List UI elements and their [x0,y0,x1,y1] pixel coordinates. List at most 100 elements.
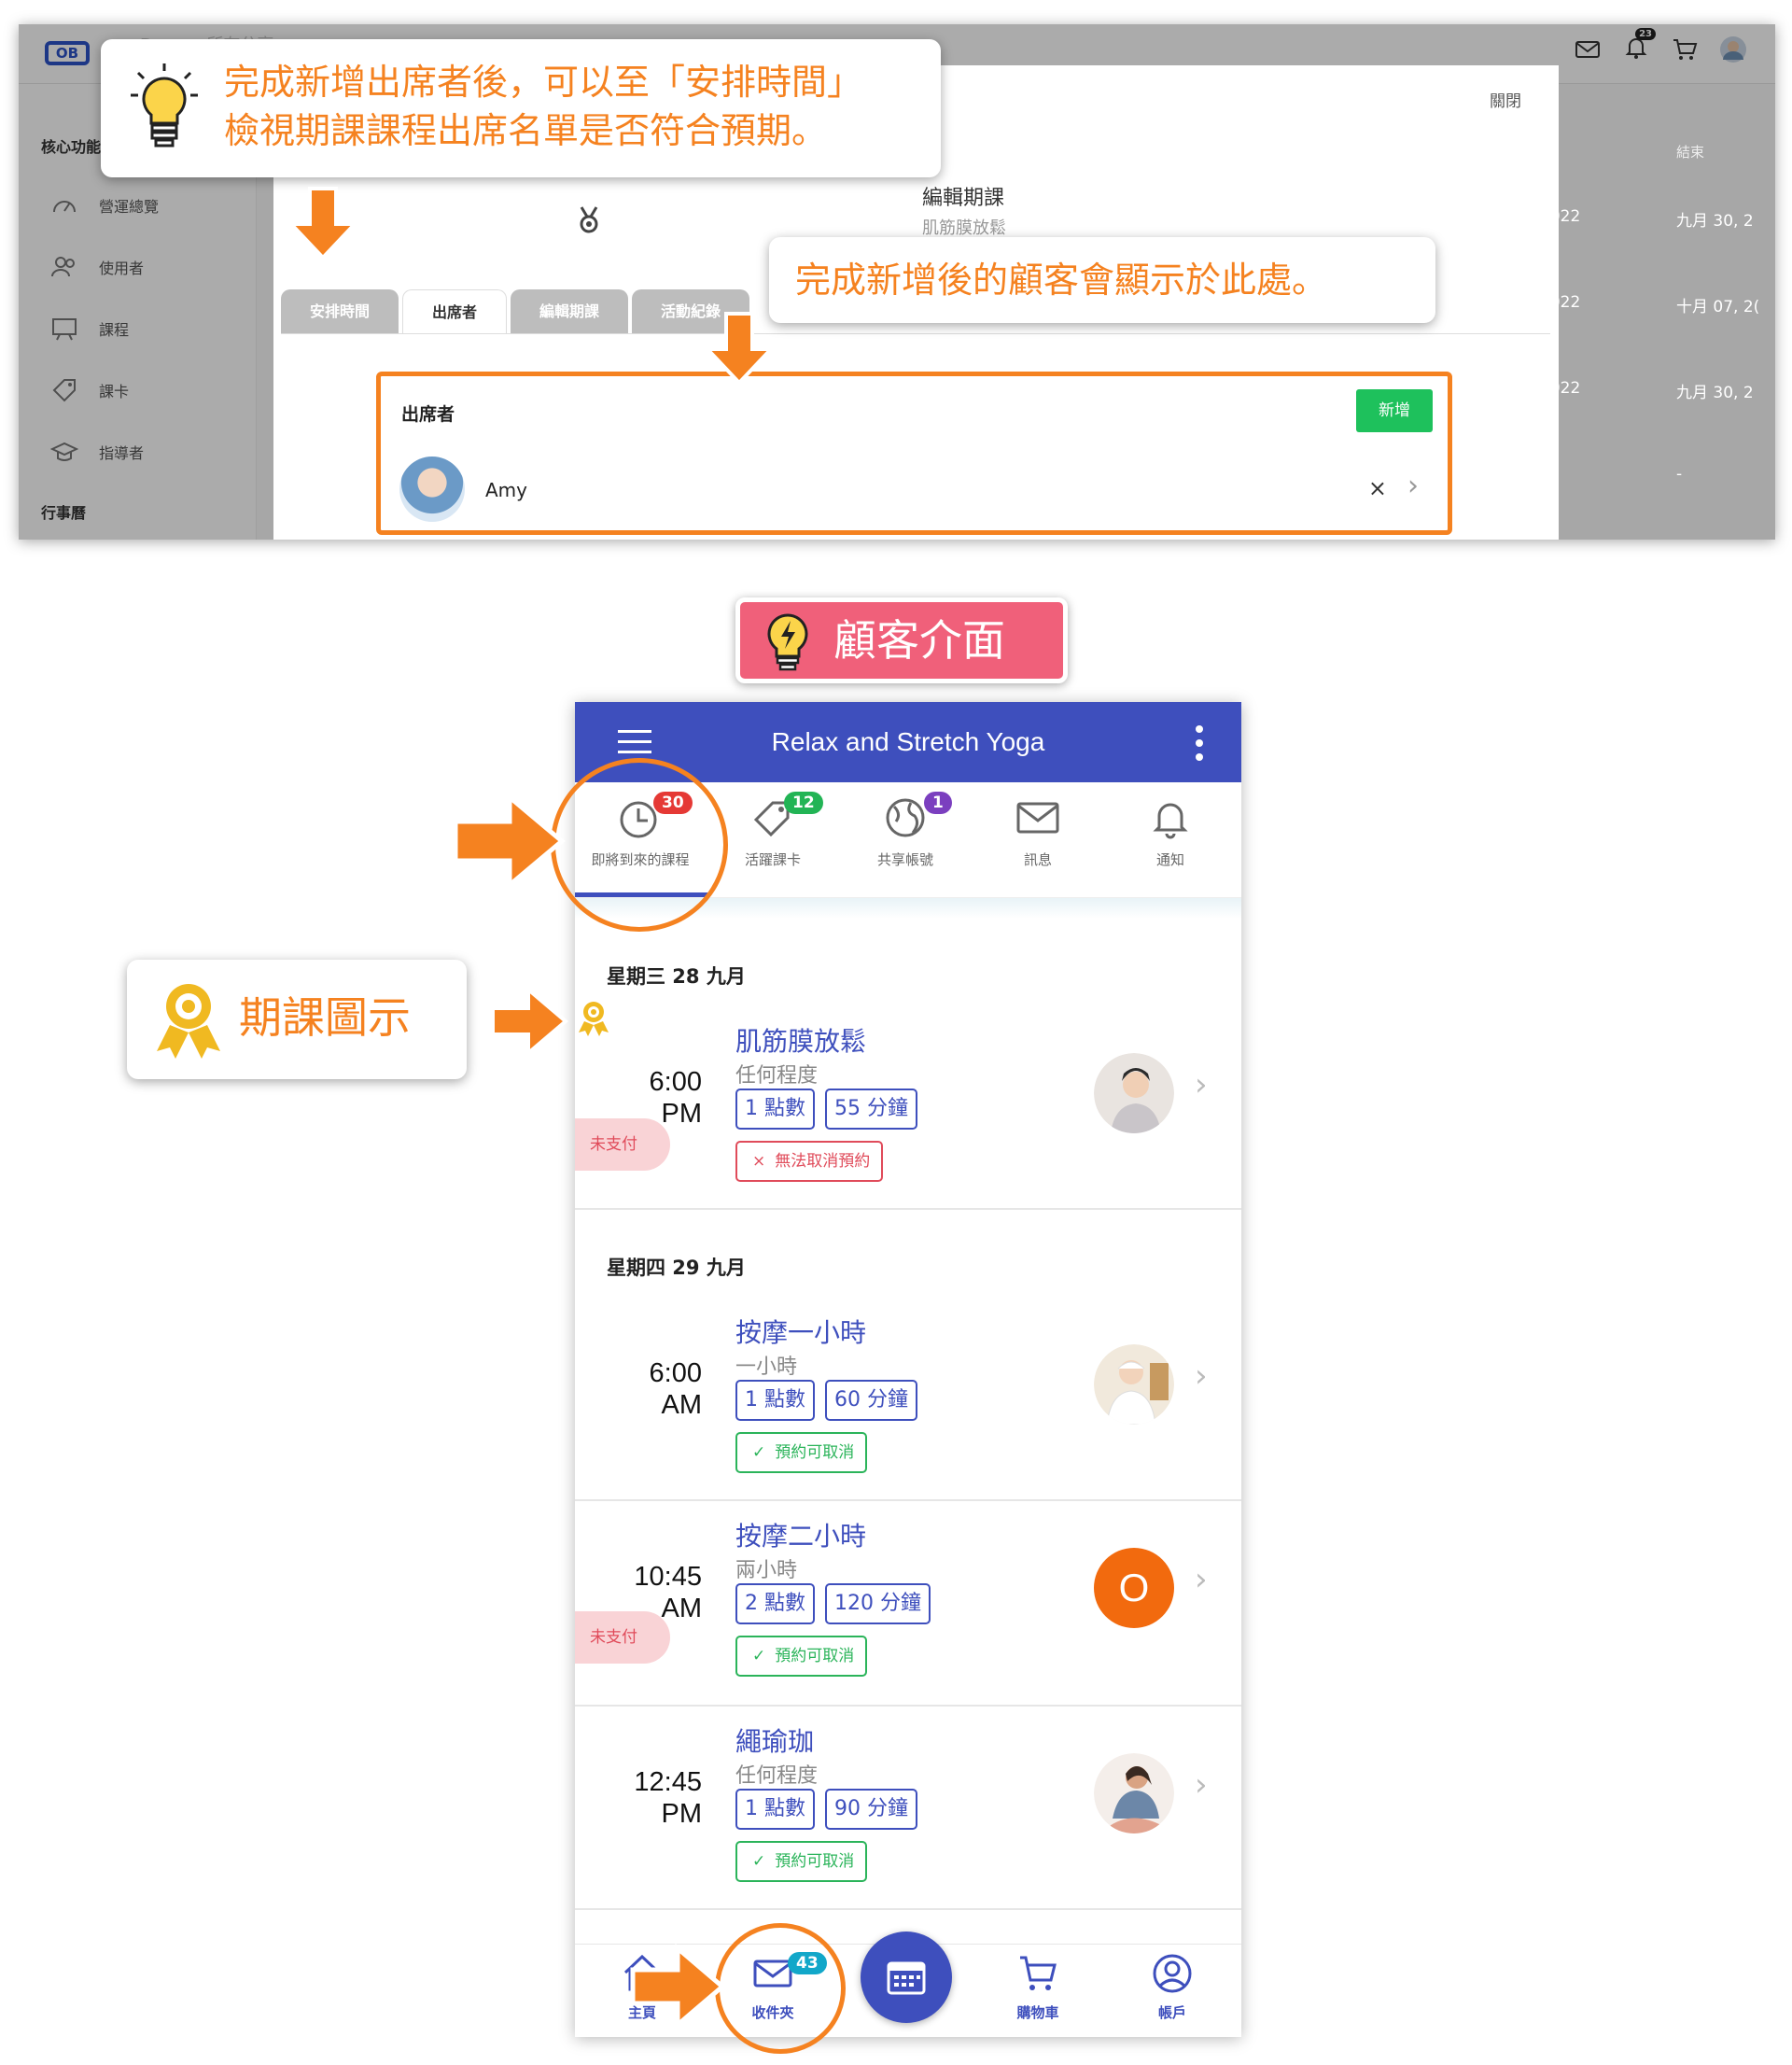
lesson-time: 6:00 AM [612,1357,702,1421]
arrow-down-icon [703,312,776,386]
lightbulb-bolt-icon [767,613,808,671]
lesson-item[interactable]: 12:45 PM 繩瑜珈 任何程度 1 點數 90 分鐘 ✓ 預約可取消 › [575,1716,1241,1910]
tab-label: 訊息 [1023,851,1052,868]
cancel-status: ✓ 預約可取消 [735,1841,868,1882]
check-icon: ✓ [752,1852,766,1871]
customer-view-title: 顧客介面 [833,615,1005,666]
calendar-fab-button[interactable] [861,1932,952,2023]
lesson-time-hour: 12:45 [634,1767,702,1797]
mail-icon [1016,802,1059,834]
tab-schedule[interactable]: 安排時間 [281,289,399,334]
cancel-status-label: 無法取消預約 [775,1152,871,1171]
customer-view-badge: 顧客介面 [735,597,1068,683]
cancel-status: ✓ 預約可取消 [735,1432,868,1473]
instructor-avatar [1094,1344,1174,1425]
tip-line-2: 檢視期課課程出席名單是否符合預期。 [224,110,828,151]
lesson-time-period: AM [661,1390,703,1420]
unpaid-badge: 未支付 [575,1611,670,1664]
chevron-right-icon[interactable]: › [1195,1561,1208,1598]
tip-line-1: 完成新增出席者後，可以至「安排時間」 [224,62,863,103]
lesson-level: 任何程度 [735,1064,819,1088]
nav-account[interactable]: 帳戶 [1116,1952,1228,2022]
chevron-right-icon[interactable]: › [1195,1357,1208,1395]
lesson-title: 按摩一小時 [735,1317,867,1348]
lesson-duration: 55 分鐘 [825,1089,917,1130]
more-vertical-icon[interactable] [1195,724,1204,762]
instructor-avatar [1094,1053,1174,1133]
attendees-panel: 出席者 新增 Amy × › [376,372,1452,535]
tab-messages[interactable]: 訊息 [973,795,1103,869]
active-cards-badge: 12 [784,792,823,814]
check-icon: ✓ [752,1443,766,1462]
series-icon-note: 期課圖示 [239,992,411,1043]
lesson-time-hour: 6:00 [649,1358,702,1388]
lesson-item[interactable]: 6:00 AM 按摩一小時 一小時 1 點數 60 分鐘 ✓ 預約可取消 › [575,1307,1241,1501]
cancel-status: × 無法取消預約 [735,1141,884,1182]
arrow-right-icon [453,792,566,891]
lesson-item[interactable]: 6:00 PM 肌筋膜放鬆 任何程度 1 點數 55 分鐘 × 無法取消預約 未支… [575,1016,1241,1210]
lesson-points: 1 點數 [735,1089,815,1130]
upcoming-tab-highlight-ring [551,758,728,932]
lesson-time: 12:45 PM [612,1766,702,1830]
cancel-status-label: 預約可取消 [775,1647,855,1665]
cancel-status-label: 預約可取消 [775,1852,855,1871]
lesson-points: 2 點數 [735,1583,815,1624]
table-cell: 九月 30, 2 [1676,384,1754,402]
tab-attendees[interactable]: 出席者 [402,289,507,334]
day-header-wed: 星期三 28 九月 [607,965,746,988]
tab-edit-series[interactable]: 編輯期課 [511,289,628,334]
lesson-time-hour: 10:45 [634,1562,702,1592]
chevron-right-icon[interactable]: › [1407,470,1419,502]
x-icon: × [752,1152,766,1171]
table-cell: 十月 07, 2( [1676,298,1760,316]
nav-label: 帳戶 [1157,2004,1186,2021]
calendar-icon [887,1961,926,1995]
lesson-level: 任何程度 [735,1764,819,1788]
day-header-thu: 星期四 29 九月 [607,1257,746,1279]
arrow-right-icon [491,986,569,1057]
remove-attendee-button[interactable]: × [1368,475,1387,501]
instructor-avatar [1094,1753,1174,1833]
unpaid-badge: 未支付 [575,1118,670,1171]
bell-icon [1153,803,1188,839]
attendee-display-callout: 完成新增後的顧客會顯示於此處。 [769,237,1435,323]
attendee-name: Amy [485,479,527,501]
tab-label: 通知 [1155,851,1184,868]
arrow-down-icon [287,187,359,260]
tab-notifications[interactable]: 通知 [1105,795,1236,869]
lesson-title: 按摩二小時 [735,1521,867,1552]
add-attendee-button[interactable]: 新增 [1356,389,1433,432]
lesson-time-period: PM [661,1799,703,1829]
attendee-row[interactable]: Amy × › [399,457,1435,524]
tab-divider [281,333,1550,334]
lesson-item[interactable]: 10:45 AM 按摩二小時 兩小時 2 點數 120 分鐘 ✓ 預約可取消 未支… [575,1510,1241,1707]
attendee-avatar [399,457,465,522]
lesson-duration: 60 分鐘 [825,1380,917,1421]
lesson-time-period: PM [661,1099,703,1129]
cancel-status-label: 預約可取消 [775,1443,855,1462]
schedule-tip-callout: 完成新增出席者後，可以至「安排時間」 檢視期課課程出席名單是否符合預期。 [101,39,941,177]
lesson-level: 一小時 [735,1356,798,1379]
tab-shared-accounts[interactable]: 1 共享帳號 [840,792,971,869]
lesson-duration: 120 分鐘 [825,1583,931,1624]
lesson-level: 兩小時 [735,1559,798,1582]
series-badge-icon [157,984,220,1059]
lesson-title: 繩瑜珈 [735,1726,815,1757]
chevron-right-icon[interactable]: › [1195,1766,1208,1804]
award-icon [580,206,598,233]
chevron-right-icon[interactable]: › [1195,1066,1208,1103]
table-cell: 九月 30, 2 [1676,212,1754,231]
close-button[interactable]: 關閉 [1490,88,1521,111]
shared-accounts-badge: 1 [924,792,952,814]
nav-cart[interactable]: 購物車 [982,1952,1094,2022]
table-cell: - [1676,465,1683,484]
globe-icon [886,798,925,837]
lesson-time-hour: 6:00 [649,1067,702,1097]
lesson-duration: 90 分鐘 [825,1789,917,1830]
cancel-status: ✓ 預約可取消 [735,1636,868,1677]
lightbulb-icon [131,63,198,148]
cart-icon [1020,1956,1057,1990]
modal-subtitle: 肌筋膜放鬆 [922,218,1006,238]
arrow-right-icon [630,1944,726,2030]
column-header-end[interactable]: 結束 [1676,142,1704,162]
